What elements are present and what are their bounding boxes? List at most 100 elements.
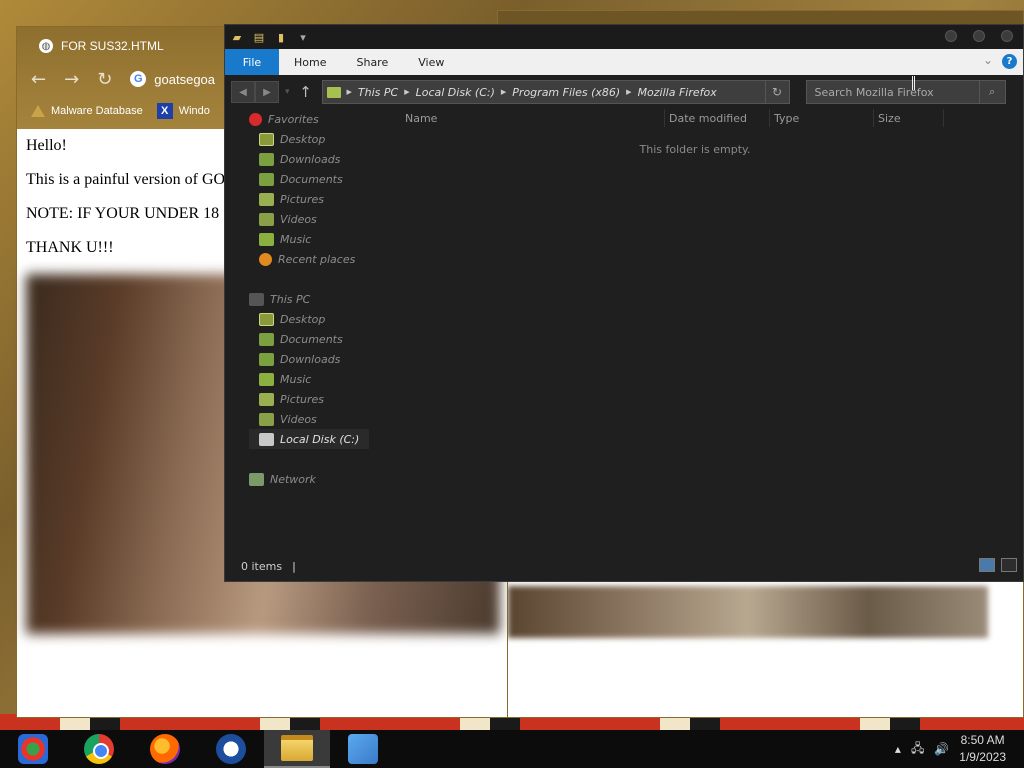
explorer-titlebar[interactable]: ▰ ▤ ▮ ▾ xyxy=(225,25,1023,49)
breadcrumb-mozilla-firefox[interactable]: Mozilla Firefox xyxy=(626,86,717,99)
nav-item-videos[interactable]: Videos xyxy=(225,209,395,229)
file-explorer-window[interactable]: ▰ ▤ ▮ ▾ File Home Share View ⌄ ? ◀ ▶ ▾ ↑… xyxy=(224,24,1024,582)
nav-item-videos[interactable]: Videos xyxy=(225,409,395,429)
nav-item-documents[interactable]: Documents xyxy=(225,169,395,189)
nav-label: Recent places xyxy=(278,252,356,266)
forward-button[interactable]: ▶ xyxy=(255,81,279,103)
nav-label: Documents xyxy=(280,332,343,346)
forward-arrow-icon[interactable]: → xyxy=(64,69,79,90)
tab-share[interactable]: Share xyxy=(341,49,403,75)
nav-label: Downloads xyxy=(280,352,341,366)
maximize-button[interactable] xyxy=(973,30,985,42)
nav-item-downloads[interactable]: Downloads xyxy=(225,149,395,169)
help-icon[interactable]: ? xyxy=(1002,54,1017,69)
breadcrumb-program-files[interactable]: Program Files (x86) xyxy=(501,86,620,99)
tab-home[interactable]: Home xyxy=(279,49,341,75)
bookmark-windo[interactable]: X Windo xyxy=(156,103,210,119)
volume-icon[interactable]: 🔊 xyxy=(934,742,949,756)
expand-ribbon-icon[interactable]: ⌄ xyxy=(983,53,993,67)
nav-item-pictures[interactable]: Pictures xyxy=(225,389,395,409)
up-arrow-icon[interactable]: ↑ xyxy=(296,83,316,101)
start-orb-icon xyxy=(18,734,48,764)
nav-label: Pictures xyxy=(280,192,325,206)
nav-label: Network xyxy=(270,472,316,486)
chrome-icon xyxy=(84,734,114,764)
column-type[interactable]: Type xyxy=(770,109,874,127)
back-button[interactable]: ◀ xyxy=(231,81,255,103)
nav-label: Videos xyxy=(280,412,317,426)
nav-label: Music xyxy=(280,372,312,386)
taskbar-chrome[interactable] xyxy=(66,730,132,768)
taskbar-file-explorer[interactable] xyxy=(264,730,330,768)
nav-label: Music xyxy=(280,232,312,246)
bookmark-malware-database[interactable]: Malware Database xyxy=(31,105,143,117)
column-headers: Name Date modified Type Size xyxy=(395,109,1024,127)
disk-icon xyxy=(259,432,274,446)
nav-this-pc[interactable]: This PC xyxy=(225,289,395,309)
breadcrumb-this-pc[interactable]: This PC xyxy=(347,86,398,99)
x-icon: X xyxy=(156,103,173,119)
nav-item-pictures[interactable]: Pictures xyxy=(225,189,395,209)
nav-item-documents[interactable]: Documents xyxy=(225,329,395,349)
address-bar[interactable]: G goatsegoa xyxy=(130,71,215,87)
taskbar-firefox[interactable] xyxy=(132,730,198,768)
minimize-button[interactable] xyxy=(945,30,957,42)
column-date-modified[interactable]: Date modified xyxy=(665,109,770,127)
nav-network[interactable]: Network xyxy=(225,469,395,489)
column-name[interactable]: Name xyxy=(405,109,665,127)
empty-folder-message: This folder is empty. xyxy=(639,143,751,156)
status-divider: | xyxy=(292,559,296,573)
videos-icon xyxy=(259,212,274,226)
folder-icon[interactable]: ▰ xyxy=(229,30,245,44)
view-toggle xyxy=(979,558,1017,572)
details-view-button[interactable] xyxy=(979,558,995,572)
nav-item-desktop[interactable]: Desktop xyxy=(225,129,395,149)
tab-file[interactable]: File xyxy=(225,49,279,75)
file-list[interactable]: Name Date modified Type Size This folder… xyxy=(395,109,1024,549)
nav-label: Videos xyxy=(280,212,317,226)
pictures-icon xyxy=(259,392,274,406)
nav-label: Desktop xyxy=(280,312,326,326)
column-size[interactable]: Size xyxy=(874,109,944,127)
taskbar-messenger[interactable] xyxy=(330,730,396,768)
address-row: ◀ ▶ ▾ ↑ This PC Local Disk (C:) Program … xyxy=(225,75,1023,109)
ribbon-tabs: File Home Share View ⌄ ? xyxy=(225,49,1023,75)
tray-chevron-icon[interactable]: ▴ xyxy=(895,742,901,756)
search-icon[interactable]: ⌕ xyxy=(978,81,1005,103)
large-icons-view-button[interactable] xyxy=(1001,558,1017,572)
clock-date: 1/9/2023 xyxy=(959,750,1006,764)
start-button[interactable] xyxy=(0,730,66,768)
taskbar: ▴ 🖧 🔊 8:50 AM 1/9/2023 xyxy=(0,730,1024,768)
close-button[interactable] xyxy=(1001,30,1013,42)
back-arrow-icon[interactable]: ← xyxy=(31,69,46,90)
reload-icon[interactable]: ↻ xyxy=(97,69,112,90)
breadcrumb-local-disk[interactable]: Local Disk (C:) xyxy=(404,86,495,99)
new-folder-icon[interactable]: ▮ xyxy=(273,30,289,44)
search-input[interactable] xyxy=(806,81,977,104)
network-icon xyxy=(249,472,264,486)
recent-locations-icon[interactable]: ▾ xyxy=(285,87,290,97)
obama-logo-icon xyxy=(216,734,246,764)
refresh-icon[interactable]: ↻ xyxy=(764,81,789,103)
pictures-icon xyxy=(259,192,274,206)
favorites-heart-icon xyxy=(249,112,262,126)
desktop-icon xyxy=(259,312,274,326)
nav-label: Local Disk (C:) xyxy=(280,432,360,446)
properties-icon[interactable]: ▤ xyxy=(251,30,267,44)
chevron-down-icon[interactable]: ▾ xyxy=(295,30,311,44)
nav-item-music[interactable]: Music xyxy=(225,229,395,249)
downloads-icon xyxy=(259,352,274,366)
taskbar-obama[interactable] xyxy=(198,730,264,768)
nav-favorites[interactable]: Favorites xyxy=(225,109,395,129)
search-box[interactable]: ⌕ xyxy=(805,80,1006,104)
clock[interactable]: 8:50 AM 1/9/2023 xyxy=(959,732,1006,766)
address-bar[interactable]: This PC Local Disk (C:) Program Files (x… xyxy=(321,80,790,104)
nav-item-downloads[interactable]: Downloads xyxy=(225,349,395,369)
network-tray-icon[interactable]: 🖧 xyxy=(911,739,924,760)
nav-item-local-disk[interactable]: Local Disk (C:) xyxy=(249,429,369,449)
browser-tab[interactable]: ◍ FOR SUS32.HTML xyxy=(29,31,229,61)
nav-item-music[interactable]: Music xyxy=(225,369,395,389)
tab-view[interactable]: View xyxy=(403,49,459,75)
nav-item-desktop[interactable]: Desktop xyxy=(225,309,395,329)
nav-item-recent-places[interactable]: Recent places xyxy=(225,249,395,269)
